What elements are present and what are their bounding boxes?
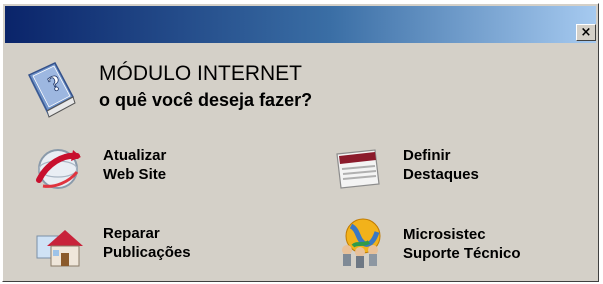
dialog-subtitle: o quê você deseja fazer? — [99, 90, 313, 110]
help-book-icon: ? — [27, 62, 76, 118]
dialog-title: MÓDULO INTERNET — [99, 62, 303, 85]
repair-publications-button[interactable]: Reparar Publicações — [33, 222, 253, 274]
refresh-globe-icon — [36, 149, 81, 189]
define-highlights-button[interactable]: Definir Destaques — [333, 144, 563, 196]
action-label-line2: Suporte Técnico — [403, 245, 521, 262]
action-label: Reparar Publicações — [103, 224, 191, 262]
action-label-line1: Atualizar — [103, 147, 167, 164]
action-label-line2: Web Site — [103, 166, 167, 183]
update-website-button[interactable]: Atualizar Web Site — [33, 144, 233, 196]
dialog-window: × ? MÓDULO INTERNET o quê você deseja fa… — [2, 3, 599, 282]
action-label-line1: Definir — [403, 147, 451, 164]
action-label-line2: Publicações — [103, 244, 191, 261]
action-label-line1: Reparar — [103, 225, 160, 242]
close-button[interactable]: × — [576, 24, 596, 41]
support-team-icon — [342, 218, 381, 268]
document-icon — [336, 149, 380, 189]
technical-support-button[interactable]: Microsistec Suporte Técnico — [333, 216, 593, 276]
title-bar[interactable] — [5, 6, 596, 43]
house-repair-icon — [36, 230, 83, 267]
action-label-line1: Microsistec — [403, 226, 486, 243]
action-label-line2: Destaques — [403, 166, 479, 183]
action-label: Definir Destaques — [403, 146, 479, 184]
action-label: Atualizar Web Site — [103, 146, 166, 184]
action-label: Microsistec Suporte Técnico — [403, 225, 521, 263]
